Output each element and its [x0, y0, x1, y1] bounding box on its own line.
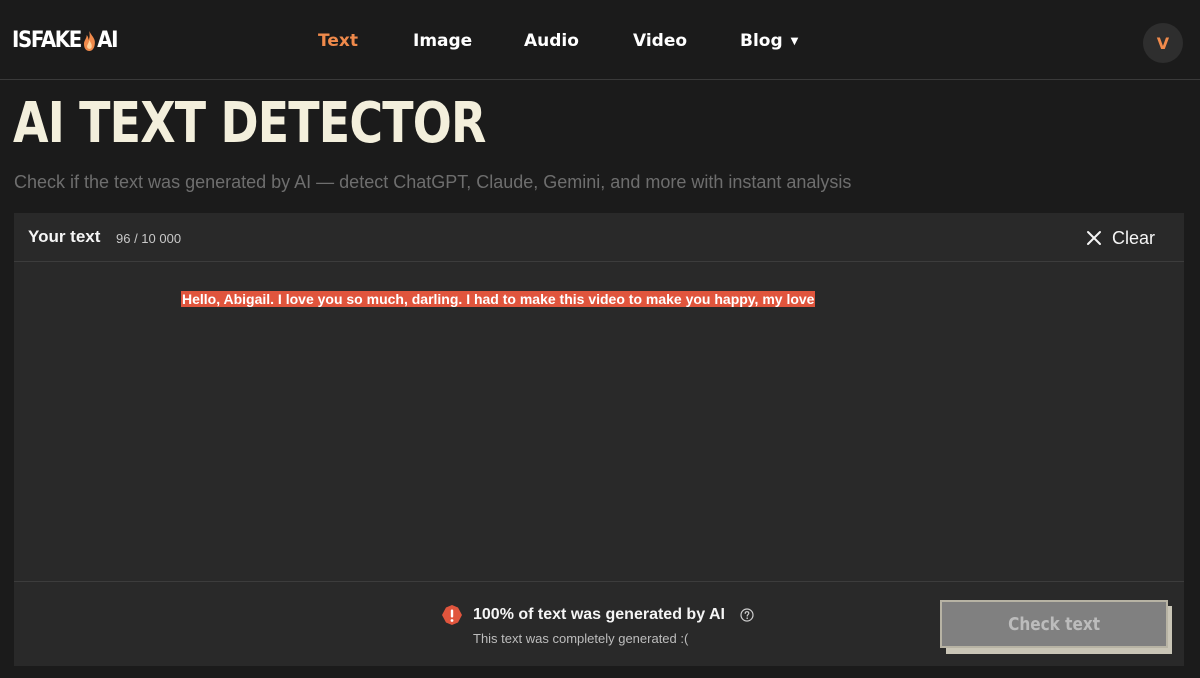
nav-item-image[interactable]: Image	[413, 31, 472, 51]
ai-highlighted-text: Hello, Abigail. I love you so much, darl…	[181, 291, 816, 307]
editor-footer: 100% of text was generated by AI This te…	[14, 581, 1184, 666]
text-input-area[interactable]: Hello, Abigail. I love you so much, darl…	[181, 289, 1081, 309]
result-title: 100% of text was generated by AI	[473, 606, 725, 623]
help-icon[interactable]	[740, 608, 754, 622]
check-text-wrapper: Check text	[940, 600, 1174, 654]
close-icon	[1087, 231, 1101, 245]
nav-item-video[interactable]: Video	[633, 31, 687, 51]
nav-item-text[interactable]: Text	[318, 31, 358, 51]
check-text-button[interactable]: Check text	[940, 600, 1168, 648]
page-subtitle: Check if the text was generated by AI — …	[14, 172, 852, 192]
char-counter: 96 / 10 000	[116, 231, 182, 246]
text-editor-panel: Your text 96 / 10 000 Clear Hello, Abiga…	[14, 213, 1184, 666]
top-navbar: ISFAKE AI Text Image Audio Video Blog ▼ V	[0, 0, 1200, 80]
clear-label: Clear	[1112, 227, 1156, 248]
check-text-label: Check text	[1008, 613, 1100, 635]
nav-item-audio[interactable]: Audio	[524, 31, 579, 51]
caret-down-icon: ▼	[790, 36, 799, 47]
editor-label: Your text	[28, 227, 101, 246]
alert-icon	[442, 605, 462, 625]
nav-item-blog[interactable]: Blog ▼	[740, 31, 798, 51]
user-avatar[interactable]: V	[1143, 23, 1183, 63]
detection-result: 100% of text was generated by AI This te…	[441, 602, 841, 652]
result-subtitle: This text was completely generated :(	[473, 631, 689, 646]
page-title: AI TEXT DETECTOR	[13, 91, 486, 156]
nav-item-blog-label: Blog	[740, 31, 783, 51]
editor-header: Your text 96 / 10 000 Clear	[14, 213, 1184, 262]
clear-button[interactable]: Clear	[1086, 226, 1155, 250]
main-nav: Text Image Audio Video Blog ▼	[0, 31, 1200, 55]
